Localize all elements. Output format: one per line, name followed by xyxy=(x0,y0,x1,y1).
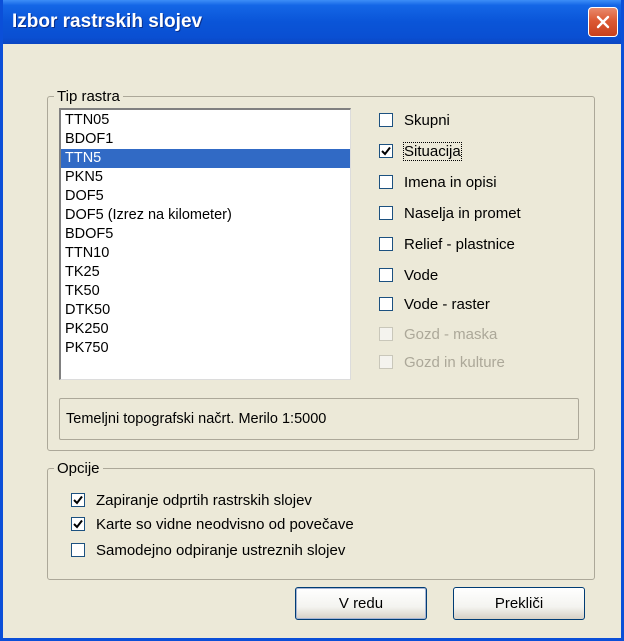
checkbox-skupni[interactable]: Skupni xyxy=(379,110,450,130)
title-bar[interactable]: Izbor rastrskih slojev xyxy=(3,0,621,44)
checkbox-box[interactable] xyxy=(379,113,393,127)
checkbox-label: Zapiranje odprtih rastrskih slojev xyxy=(96,491,312,509)
checkbox-imena-in-opisi[interactable]: Imena in opisi xyxy=(379,172,497,192)
list-item-dtk50[interactable]: DTK50 xyxy=(61,301,350,320)
checkbox-label: Vode xyxy=(404,266,439,284)
checkbox-box[interactable] xyxy=(379,144,393,158)
checkbox-vode-raster[interactable]: Vode - raster xyxy=(379,294,490,314)
checkbox-situacija[interactable]: Situacija xyxy=(379,141,462,161)
checkbox-box[interactable] xyxy=(71,543,85,557)
checkmark-icon xyxy=(73,495,83,505)
checkbox-vode[interactable]: Vode xyxy=(379,265,438,285)
list-item-dof5-izrez[interactable]: DOF5 (Izrez na kilometer) xyxy=(61,206,350,225)
close-icon xyxy=(596,15,610,29)
checkbox-label: Gozd - maska xyxy=(404,325,498,343)
checkbox-label: Relief - plastnice xyxy=(404,235,515,253)
list-item-pk750[interactable]: PK750 xyxy=(61,339,350,358)
raster-type-listbox[interactable]: TTN05 BDOF1 TTN5 PKN5 DOF5 DOF5 (Izrez n… xyxy=(59,108,351,380)
checkbox-zapiranje[interactable]: Zapiranje odprtih rastrskih slojev xyxy=(71,490,312,510)
list-item-ttn10[interactable]: TTN10 xyxy=(61,244,350,263)
checkbox-box[interactable] xyxy=(71,517,85,531)
checkbox-box[interactable] xyxy=(379,268,393,282)
checkbox-box xyxy=(379,355,393,369)
list-item-pk250[interactable]: PK250 xyxy=(61,320,350,339)
checkbox-naselja-in-promet[interactable]: Naselja in promet xyxy=(379,203,521,223)
checkbox-label: Naselja in promet xyxy=(404,204,521,222)
checkbox-box[interactable] xyxy=(379,237,393,251)
checkbox-box xyxy=(379,327,393,341)
list-item-tk50[interactable]: TK50 xyxy=(61,282,350,301)
checkbox-label: Samodejno odpiranje ustreznih slojev xyxy=(96,541,346,559)
checkbox-box[interactable] xyxy=(379,175,393,189)
list-item-bdof1[interactable]: BDOF1 xyxy=(61,130,350,149)
cancel-button[interactable]: Prekliči xyxy=(453,587,585,620)
checkbox-label: Skupni xyxy=(404,111,450,129)
checkbox-label: Vode - raster xyxy=(404,295,490,313)
checkbox-label: Situacija xyxy=(403,141,462,161)
list-item-bdof5[interactable]: BDOF5 xyxy=(61,225,350,244)
checkmark-icon xyxy=(381,146,391,156)
list-item-ttn5[interactable]: TTN5 xyxy=(61,149,350,168)
checkbox-box[interactable] xyxy=(379,206,393,220)
checkbox-karte-vidne[interactable]: Karte so vidne neodvisno od povečave xyxy=(71,514,354,534)
list-item-tk25[interactable]: TK25 xyxy=(61,263,350,282)
tip-rastra-legend: Tip rastra xyxy=(57,88,120,105)
dialog-window: Izbor rastrskih slojev Tip rastra TTN05 … xyxy=(0,0,624,641)
checkbox-label: Gozd in kulture xyxy=(404,353,505,371)
list-item-pkn5[interactable]: PKN5 xyxy=(61,168,350,187)
raster-description: Temeljni topografski načrt. Merilo 1:500… xyxy=(59,398,579,440)
checkmark-icon xyxy=(73,519,83,529)
dialog-title: Izbor rastrskih slojev xyxy=(12,11,203,32)
checkbox-box[interactable] xyxy=(379,297,393,311)
checkbox-label: Imena in opisi xyxy=(404,173,497,191)
checkbox-gozd-in-kulture: Gozd in kulture xyxy=(379,352,505,372)
checkbox-label: Karte so vidne neodvisno od povečave xyxy=(96,515,354,533)
close-button[interactable] xyxy=(588,7,618,37)
list-item-dof5[interactable]: DOF5 xyxy=(61,187,350,206)
list-item-ttn05[interactable]: TTN05 xyxy=(61,111,350,130)
checkbox-samodejno-odpiranje[interactable]: Samodejno odpiranje ustreznih slojev xyxy=(71,540,345,560)
checkbox-relief-plastnice[interactable]: Relief - plastnice xyxy=(379,234,515,254)
ok-button[interactable]: V redu xyxy=(295,587,427,620)
checkbox-gozd-maska: Gozd - maska xyxy=(379,324,497,344)
checkbox-box[interactable] xyxy=(71,493,85,507)
opcije-legend: Opcije xyxy=(57,460,100,477)
